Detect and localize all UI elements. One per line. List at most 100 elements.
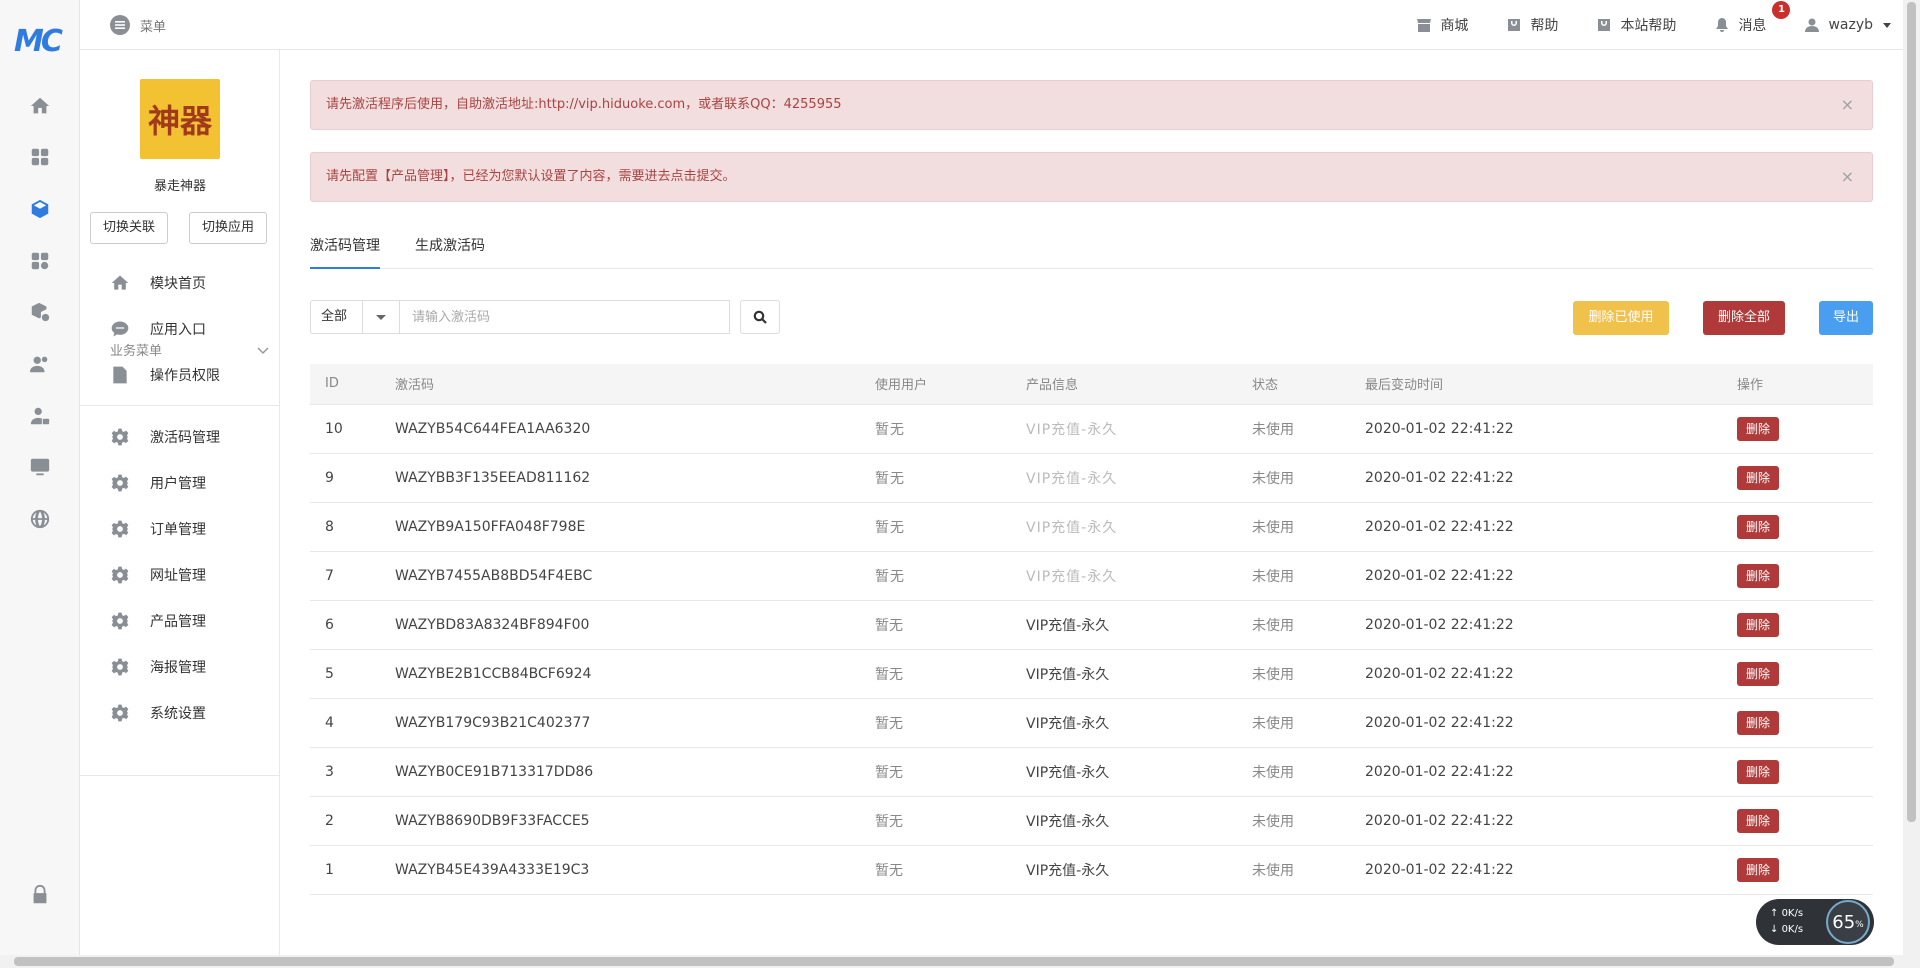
row-product: VIP充值-永久 bbox=[1026, 845, 1252, 895]
horizontal-scrollbar[interactable] bbox=[0, 955, 1920, 968]
table-row: 9 WAZYBB3F135EEAD811162 暂无 VIP充值-永久 未使用 2020-… bbox=[310, 453, 1873, 503]
delete-all-button[interactable]: 删除全部 bbox=[1703, 301, 1785, 335]
row-status: 未使用 bbox=[1252, 551, 1365, 601]
monitor-icon[interactable] bbox=[28, 455, 52, 479]
row-id: 4 bbox=[310, 698, 395, 748]
row-actions: 删除 bbox=[1737, 845, 1873, 895]
delete-row-button[interactable]: 删除 bbox=[1737, 416, 1780, 441]
home-icon bbox=[111, 275, 129, 290]
sidebar-item-urls[interactable]: 网址管理 bbox=[80, 555, 280, 595]
globe-icon[interactable] bbox=[28, 507, 52, 531]
row-status: 未使用 bbox=[1252, 649, 1365, 699]
switch-app-button[interactable]: 切换应用 bbox=[189, 212, 268, 244]
row-status: 未使用 bbox=[1252, 796, 1365, 846]
sidebar-item-products[interactable]: 产品管理 bbox=[80, 601, 280, 641]
bag-icon bbox=[1508, 19, 1521, 31]
row-id: 5 bbox=[310, 649, 395, 699]
user-menu[interactable]: wazyb bbox=[1804, 17, 1891, 33]
tab-activation-code-management[interactable]: 激活码管理 bbox=[310, 228, 380, 269]
app-logo: 神器 bbox=[140, 79, 220, 159]
vertical-scrollbar[interactable] bbox=[1903, 0, 1920, 955]
row-time: 2020-01-02 22:41:22 bbox=[1365, 698, 1737, 748]
nav-messages[interactable]: 消息 1 bbox=[1714, 1, 1791, 35]
users-icon[interactable] bbox=[28, 352, 52, 376]
delete-row-button[interactable]: 删除 bbox=[1737, 514, 1780, 539]
delete-row-button[interactable]: 删除 bbox=[1737, 759, 1780, 784]
module-sidebar: 神器 暴走神器 切换关联 切换应用 模块首页 应用入口 操作员权限 业务菜单 激… bbox=[80, 50, 280, 955]
search-button[interactable] bbox=[740, 300, 780, 334]
apps-grid-icon[interactable] bbox=[28, 145, 52, 169]
nav-site-help[interactable]: 本站帮助 bbox=[1596, 15, 1676, 35]
activation-code-search-input[interactable] bbox=[400, 300, 730, 334]
row-time: 2020-01-02 22:41:22 bbox=[1365, 600, 1737, 650]
nav-help[interactable]: 帮助 bbox=[1506, 15, 1558, 35]
delete-row-button[interactable]: 删除 bbox=[1737, 563, 1780, 588]
document-edit-icon bbox=[113, 366, 127, 384]
tab-bar: 激活码管理 生成激活码 bbox=[310, 228, 1873, 269]
user-icon bbox=[1805, 18, 1820, 32]
delete-row-button[interactable]: 删除 bbox=[1737, 857, 1780, 882]
row-user: 暂无 bbox=[875, 845, 1026, 895]
tab-generate-activation-code[interactable]: 生成激活码 bbox=[415, 228, 485, 269]
row-id: 2 bbox=[310, 796, 395, 846]
row-time: 2020-01-02 22:41:22 bbox=[1365, 796, 1737, 846]
switch-link-button[interactable]: 切换关联 bbox=[90, 212, 169, 244]
table-row: 1 WAZYB45E439A4333E19C3 暂无 VIP充值-永久 未使用 2020-… bbox=[310, 845, 1873, 895]
row-actions: 删除 bbox=[1737, 649, 1873, 699]
gear-icon bbox=[111, 566, 129, 584]
col-time: 最后变动时间 bbox=[1365, 364, 1737, 405]
row-code: WAZYB8690DB9F33FACCE5 bbox=[395, 796, 875, 846]
delete-row-button[interactable]: 删除 bbox=[1737, 612, 1780, 637]
table-row: 5 WAZYBE2B1CCB84BCF6924 暂无 VIP充值-永久 未使用 2020-… bbox=[310, 649, 1873, 699]
row-status: 未使用 bbox=[1252, 600, 1365, 650]
delete-row-button[interactable]: 删除 bbox=[1737, 465, 1780, 490]
menu-toggle[interactable]: 菜单 bbox=[110, 15, 166, 35]
close-icon[interactable]: × bbox=[1841, 153, 1854, 201]
delete-row-button[interactable]: 删除 bbox=[1737, 661, 1780, 686]
scroll-thumb[interactable] bbox=[1907, 2, 1916, 822]
modules-icon[interactable] bbox=[28, 249, 52, 273]
sidebar-item-users[interactable]: 用户管理 bbox=[80, 463, 280, 503]
cube-icon[interactable] bbox=[28, 197, 52, 221]
row-id: 1 bbox=[310, 845, 395, 895]
activation-alert: 请先激活程序后使用，自助激活地址:http://vip.hiduoke.com，… bbox=[310, 80, 1873, 130]
network-speed-widget[interactable]: ↑ 0K/s ↓ 0K/s 65% bbox=[1756, 899, 1874, 945]
row-product: VIP充值-永久 bbox=[1026, 404, 1252, 454]
sidebar-divider bbox=[80, 775, 280, 776]
business-menu-header[interactable]: 业务菜单 bbox=[110, 340, 270, 359]
bag-icon bbox=[1598, 19, 1611, 31]
delete-row-button[interactable]: 删除 bbox=[1737, 710, 1780, 735]
brand-logo[interactable]: MC bbox=[14, 24, 64, 59]
delete-row-button[interactable]: 删除 bbox=[1737, 808, 1780, 833]
activation-code-table: ID 激活码 使用用户 产品信息 状态 最后变动时间 操作 10 WAZYB54C… bbox=[310, 364, 1873, 895]
sidebar-item-operator-permissions[interactable]: 操作员权限 bbox=[80, 355, 280, 395]
row-product: VIP充值-永久 bbox=[1026, 796, 1252, 846]
row-user: 暂无 bbox=[875, 453, 1026, 503]
scroll-thumb[interactable] bbox=[14, 957, 1894, 966]
row-user: 暂无 bbox=[875, 551, 1026, 601]
row-id: 10 bbox=[310, 404, 395, 454]
user-lock-icon[interactable] bbox=[28, 404, 52, 428]
row-actions: 删除 bbox=[1737, 502, 1873, 552]
caret-down-icon bbox=[376, 314, 386, 320]
delete-used-button[interactable]: 删除已使用 bbox=[1573, 301, 1669, 335]
sidebar-item-posters[interactable]: 海报管理 bbox=[80, 647, 280, 687]
sidebar-item-orders[interactable]: 订单管理 bbox=[80, 509, 280, 549]
lock-icon[interactable] bbox=[28, 883, 52, 907]
sidebar-item-system-settings[interactable]: 系统设置 bbox=[80, 693, 280, 733]
package-settings-icon[interactable] bbox=[28, 300, 52, 324]
upload-speed: ↑ 0K/s bbox=[1770, 908, 1804, 919]
table-row: 10 WAZYB54C644FEA1AA6320 暂无 VIP充值-永久 未使用 2020… bbox=[310, 404, 1873, 454]
row-id: 9 bbox=[310, 453, 395, 503]
download-speed: ↓ 0K/s bbox=[1770, 924, 1804, 935]
status-select[interactable]: 全部 bbox=[310, 300, 400, 334]
sidebar-item-activation-codes[interactable]: 激活码管理 bbox=[80, 417, 280, 457]
col-id: ID bbox=[310, 364, 395, 405]
message-count-badge: 1 bbox=[1772, 1, 1791, 19]
home-icon[interactable] bbox=[28, 94, 52, 118]
sidebar-item-module-home[interactable]: 模块首页 bbox=[80, 263, 280, 303]
close-icon[interactable]: × bbox=[1841, 81, 1854, 129]
export-button[interactable]: 导出 bbox=[1819, 301, 1873, 335]
nav-shop[interactable]: 商城 bbox=[1416, 15, 1468, 35]
gear-icon bbox=[111, 658, 129, 676]
